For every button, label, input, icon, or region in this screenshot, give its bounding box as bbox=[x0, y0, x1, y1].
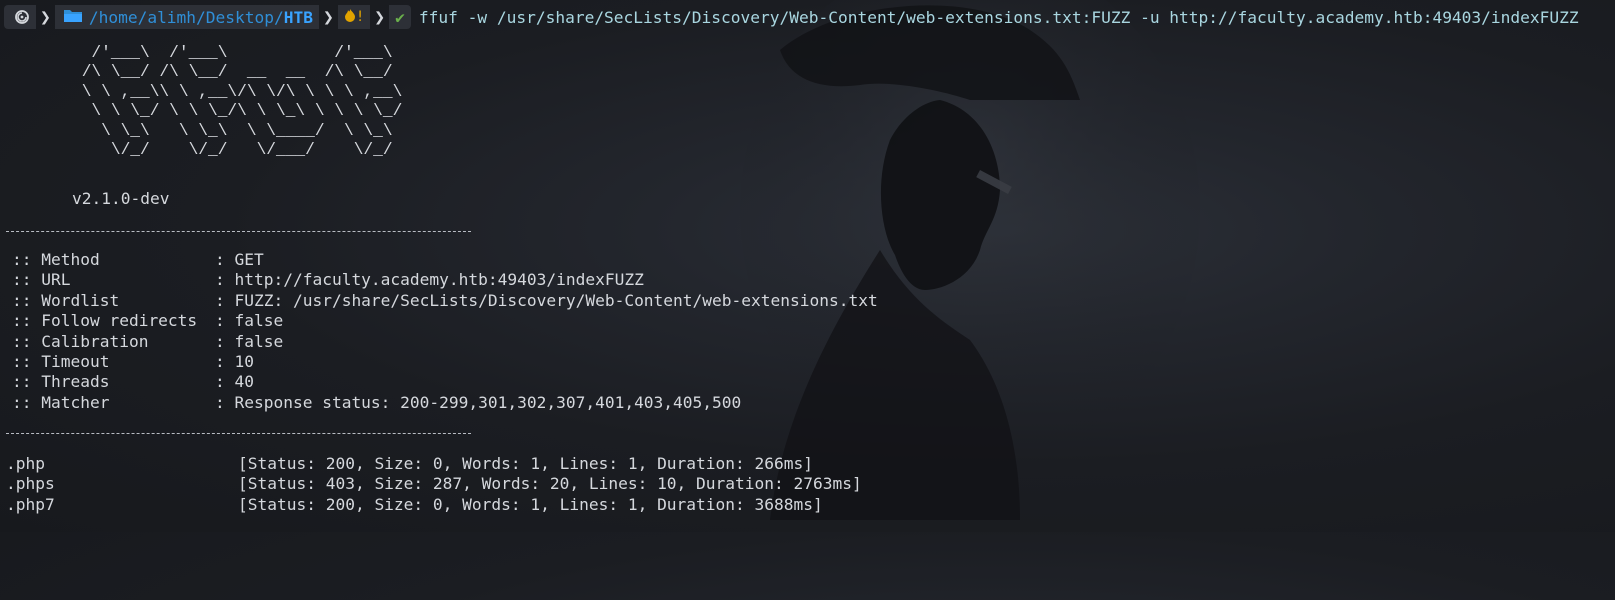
segment-separator-icon: ❯ bbox=[323, 6, 334, 28]
path-segment: /home/alimh/Desktop/HTB bbox=[54, 5, 320, 29]
config-value: : http://faculty.academy.htb:49403/index… bbox=[215, 270, 644, 290]
config-key: :: Threads bbox=[12, 372, 110, 392]
debian-swirl-icon bbox=[14, 9, 30, 25]
config-value: : false bbox=[215, 331, 284, 351]
config-key: :: Method bbox=[12, 250, 100, 269]
config-key: :: URL bbox=[12, 270, 71, 290]
config-list: :: Method : GET :: URL : http://faculty.ac… bbox=[12, 250, 878, 413]
result-extension: .php bbox=[6, 454, 45, 473]
fire-icon bbox=[344, 8, 356, 26]
result-row: .php [Status: 200, Size: 0, Words: 1, Lin… bbox=[6, 454, 862, 474]
git-status-segment: ! bbox=[337, 5, 371, 29]
config-row-calibration: :: Calibration : false bbox=[12, 332, 878, 352]
result-extension: .php7 bbox=[6, 494, 55, 514]
divider bbox=[6, 231, 471, 233]
config-row-method: :: Method : GET bbox=[12, 250, 878, 270]
git-status-text: ! bbox=[355, 9, 365, 25]
divider bbox=[6, 433, 471, 435]
terminal-window[interactable]: ❯ /home/alimh/Desktop/HTB ❯ ! ❯ ✔ ffuf -… bbox=[0, 0, 1615, 532]
result-info: [Status: 200, Size: 0, Words: 1, Lines: … bbox=[238, 494, 823, 514]
segment-separator-icon: ❯ bbox=[40, 6, 51, 28]
shell-prompt: ❯ /home/alimh/Desktop/HTB ❯ ! ❯ ✔ ffuf -… bbox=[4, 4, 1579, 30]
config-value: : 10 bbox=[215, 352, 254, 372]
ffuf-ascii-banner: /'___\ /'___\ /'___\ /\ \__/ /\ \__/ __ … bbox=[81, 44, 403, 160]
results-list: .php [Status: 200, Size: 0, Words: 1, Lin… bbox=[6, 454, 862, 515]
result-row: .phps [Status: 403, Size: 287, Words: 20,… bbox=[6, 474, 862, 494]
result-info: [Status: 200, Size: 0, Words: 1, Lines: … bbox=[238, 454, 813, 473]
version-label: v2.1.0-dev bbox=[72, 189, 170, 208]
config-key: :: Follow redirects bbox=[12, 311, 198, 331]
segment-separator-icon: ❯ bbox=[374, 6, 386, 28]
folder-icon bbox=[63, 8, 83, 27]
config-value: : false bbox=[215, 311, 284, 331]
config-row-wordlist: :: Wordlist : FUZZ: /usr/share/SecLists/D… bbox=[12, 291, 878, 311]
config-value: : Response status: 200-299,301,302,307,4… bbox=[215, 392, 742, 412]
config-key: :: Wordlist bbox=[12, 290, 120, 310]
config-row-timeout: :: Timeout : 10 bbox=[12, 352, 878, 372]
config-key: :: Calibration bbox=[12, 331, 149, 351]
path-current-dir: HTB bbox=[283, 7, 314, 27]
result-extension: .phps bbox=[6, 474, 55, 494]
config-value: : 40 bbox=[215, 372, 254, 392]
config-value: : GET bbox=[215, 250, 264, 269]
exit-status-segment: ✔ bbox=[389, 5, 411, 29]
os-segment bbox=[4, 5, 36, 29]
config-row-follow-redirects: :: Follow redirects : false bbox=[12, 311, 878, 331]
command-text[interactable]: ffuf -w /usr/share/SecLists/Discovery/We… bbox=[419, 8, 1579, 27]
config-value: : FUZZ: /usr/share/SecLists/Discovery/We… bbox=[215, 290, 878, 310]
config-key: :: Timeout bbox=[12, 352, 110, 372]
path-prefix: /home/alimh/Desktop/ bbox=[88, 7, 284, 27]
config-row-matcher: :: Matcher : Response status: 200-299,301… bbox=[12, 393, 878, 413]
config-key: :: Matcher bbox=[12, 392, 110, 412]
checkmark-icon: ✔ bbox=[395, 7, 405, 27]
result-row: .php7 [Status: 200, Size: 0, Words: 1, Li… bbox=[6, 495, 862, 515]
config-row-url: :: URL : http://faculty.academy.htb:49403… bbox=[12, 270, 878, 290]
result-info: [Status: 403, Size: 287, Words: 20, Line… bbox=[238, 474, 862, 494]
config-row-threads: :: Threads : 40 bbox=[12, 372, 878, 392]
